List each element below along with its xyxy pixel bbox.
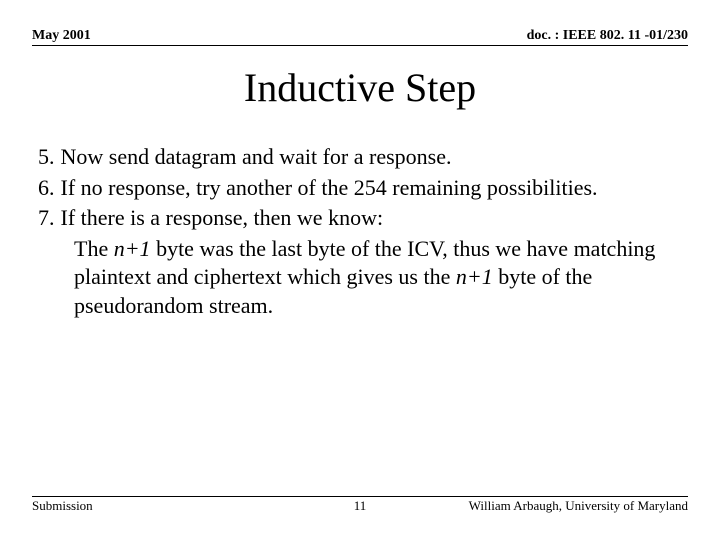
item-number: 6. [38, 174, 55, 203]
list-item: 6. If no response, try another of the 25… [38, 174, 682, 203]
slide-body: 5. Now send datagram and wait for a resp… [32, 143, 688, 321]
sub-pre: The [74, 236, 114, 261]
list-item: 5. Now send datagram and wait for a resp… [38, 143, 682, 172]
slide-footer: Submission 11 William Arbaugh, Universit… [32, 496, 688, 514]
footer-page: 11 [354, 498, 367, 514]
item-number: 5. [38, 143, 55, 172]
sub-italic: n+1 [114, 236, 151, 261]
item-text: If there is a response, then we know: [61, 204, 683, 233]
footer-left: Submission [32, 498, 93, 514]
item-number: 7. [38, 204, 55, 233]
header-doc: doc. : IEEE 802. 11 -01/230 [527, 28, 688, 44]
list-item: 7. If there is a response, then we know: [38, 204, 682, 233]
slide-header: May 2001 doc. : IEEE 802. 11 -01/230 [32, 28, 688, 46]
footer-right: William Arbaugh, University of Maryland [469, 498, 688, 514]
sub-text: The n+1 byte was the last byte of the IC… [38, 235, 682, 321]
sub-italic: n+1 [456, 264, 493, 289]
item-text: If no response, try another of the 254 r… [61, 174, 683, 203]
slide-title: Inductive Step [32, 64, 688, 111]
header-date: May 2001 [32, 28, 91, 44]
item-text: Now send datagram and wait for a respons… [61, 143, 683, 172]
